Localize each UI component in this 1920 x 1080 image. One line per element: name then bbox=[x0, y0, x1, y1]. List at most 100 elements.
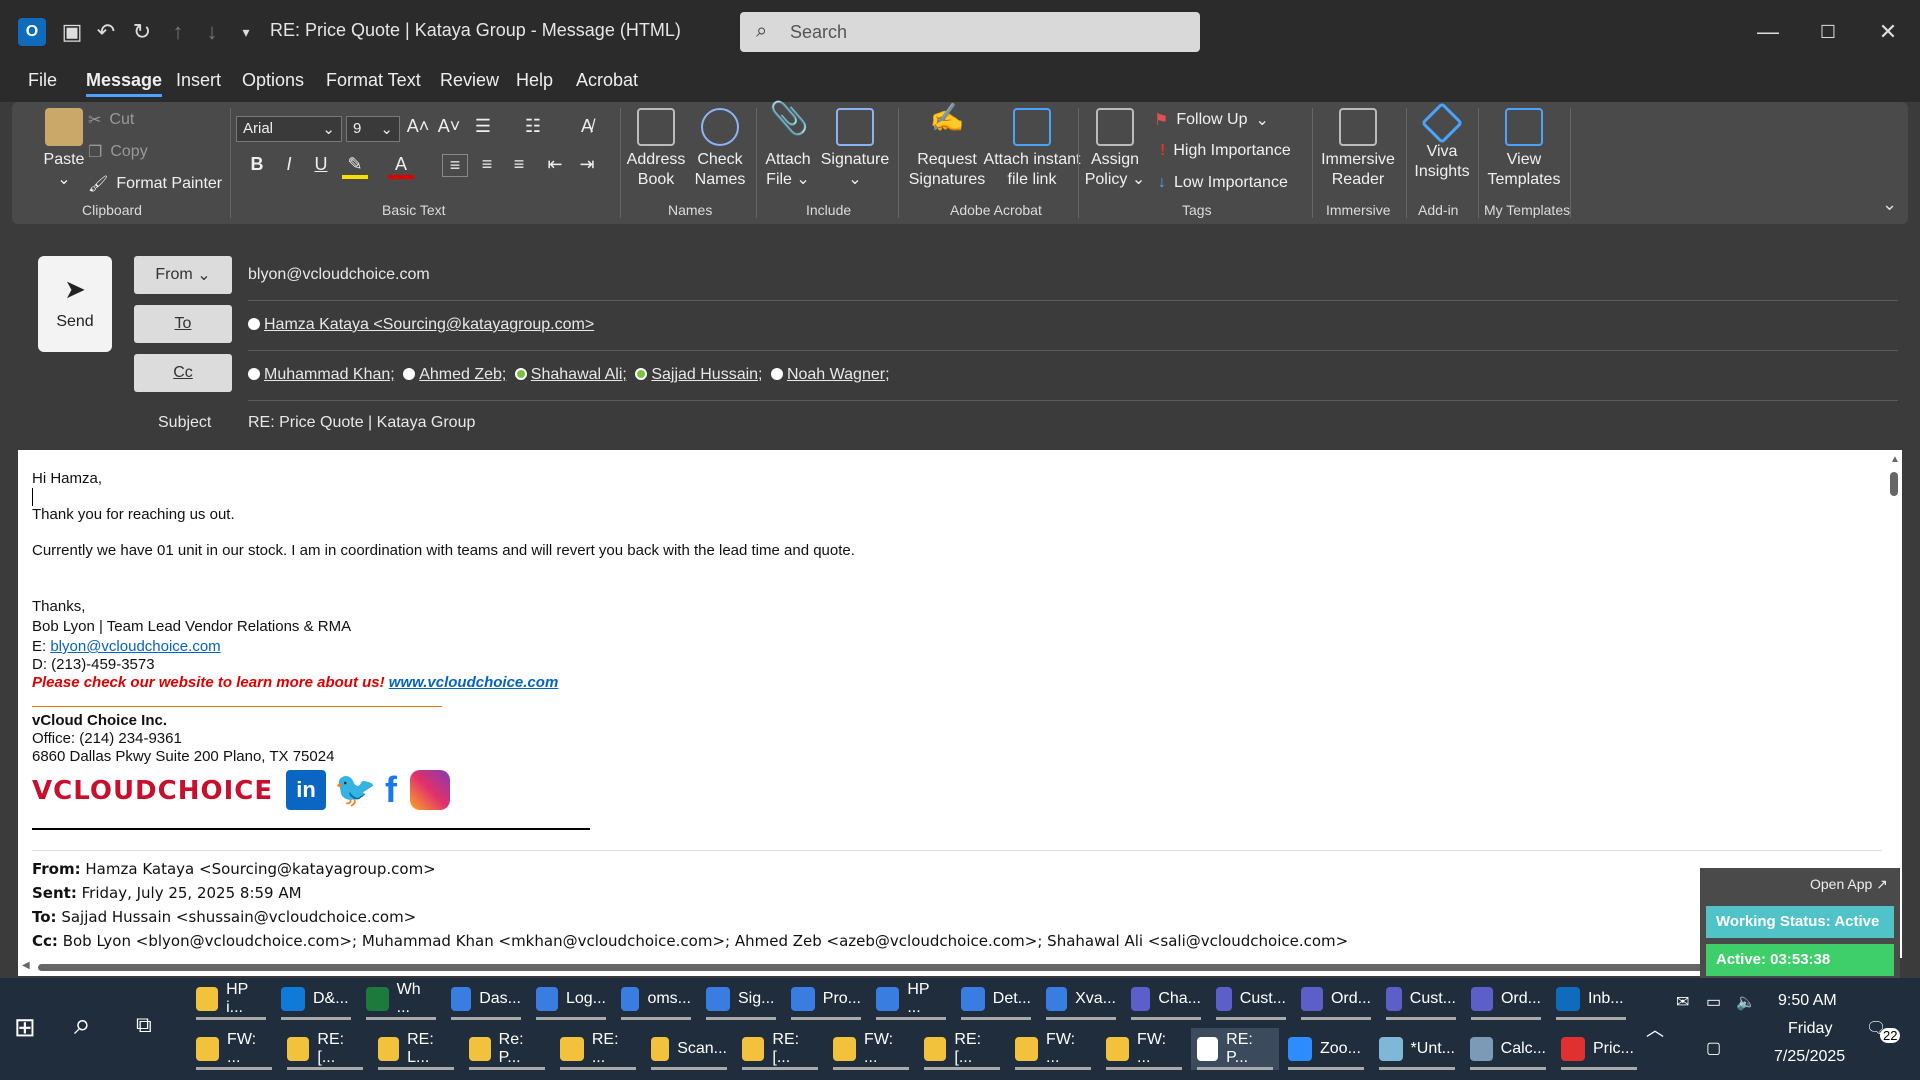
taskbar-window-button[interactable]: RE: [... bbox=[281, 1028, 369, 1070]
taskbar-window-button[interactable]: Pric... bbox=[1555, 1028, 1643, 1070]
assign-policy-button[interactable]: Assign Policy ⌄ bbox=[1082, 108, 1148, 190]
menu-acrobat[interactable]: Acrobat bbox=[576, 70, 638, 91]
linkedin-icon[interactable]: in bbox=[286, 770, 326, 810]
taskbar-app-button[interactable]: HP ... bbox=[870, 978, 952, 1020]
taskbar-app-button[interactable]: oms... bbox=[615, 978, 697, 1020]
horizontal-scrollbar[interactable]: ◀ bbox=[18, 958, 1886, 976]
recipient[interactable]: Sajjad Hussain; bbox=[651, 366, 762, 383]
twitter-icon[interactable]: 🐦 bbox=[334, 770, 376, 810]
subject-field[interactable]: RE: Price Quote | Kataya Group bbox=[248, 414, 475, 432]
mail-icon[interactable]: ✉ bbox=[1676, 992, 1689, 1012]
menu-format-text[interactable]: Format Text bbox=[326, 70, 421, 91]
to-button[interactable]: To bbox=[134, 305, 232, 343]
taskbar-app-button[interactable]: Ord... bbox=[1465, 978, 1547, 1020]
recipient[interactable]: Shahawal Ali; bbox=[531, 366, 627, 383]
taskbar-app-button[interactable]: Sig... bbox=[700, 978, 782, 1020]
bullets-icon[interactable]: ☰ bbox=[470, 116, 496, 137]
font-color-icon[interactable]: A bbox=[388, 154, 414, 179]
low-importance-button[interactable]: ↓ Low Importance bbox=[1158, 174, 1288, 192]
taskbar-app-button[interactable]: Log... bbox=[530, 978, 612, 1020]
taskbar-app-button[interactable]: Das... bbox=[445, 978, 527, 1020]
cc-field[interactable]: Muhammad Khan; Ahmed Zeb; Shahawal Ali; … bbox=[248, 366, 894, 384]
recipient[interactable]: Hamza Kataya <Sourcing@katayagroup.com> bbox=[264, 316, 594, 333]
taskbar-app-button[interactable]: Ord... bbox=[1295, 978, 1377, 1020]
taskbar-window-button[interactable]: *Unt... bbox=[1373, 1028, 1461, 1070]
check-names-button[interactable]: Check Names bbox=[688, 108, 752, 190]
customize-toolbar-icon[interactable]: ▾ bbox=[232, 18, 260, 46]
recipient[interactable]: Ahmed Zeb; bbox=[419, 366, 506, 383]
taskbar-window-button[interactable]: FW: ... bbox=[190, 1028, 278, 1070]
paste-button[interactable]: Paste ⌄ bbox=[32, 108, 96, 190]
taskbar-window-button[interactable]: Zoo... bbox=[1282, 1028, 1370, 1070]
signature-button[interactable]: Signature ⌄ bbox=[818, 108, 892, 190]
align-center-icon[interactable]: ≡ bbox=[474, 154, 500, 175]
menu-help[interactable]: Help bbox=[516, 70, 553, 91]
search-icon[interactable]: ⌕ bbox=[74, 1008, 91, 1042]
address-book-button[interactable]: Address Book bbox=[624, 108, 688, 190]
email-link[interactable]: blyon@vcloudchoice.com bbox=[50, 638, 220, 655]
view-templates-button[interactable]: View Templates bbox=[1482, 108, 1566, 190]
windows-start-icon[interactable]: ⊞ bbox=[14, 1012, 36, 1043]
ribbon-expand-icon[interactable]: ⌄ bbox=[1882, 194, 1897, 215]
taskbar-app-button[interactable]: Pro... bbox=[785, 978, 867, 1020]
immersive-reader-button[interactable]: Immersive Reader bbox=[1318, 108, 1398, 190]
task-view-icon[interactable]: ⧉ bbox=[136, 1012, 152, 1038]
menu-file[interactable]: File bbox=[28, 70, 57, 91]
taskbar-window-button[interactable]: RE: [... bbox=[918, 1028, 1006, 1070]
taskbar-window-button[interactable]: RE: L... bbox=[372, 1028, 460, 1070]
scroll-up-icon[interactable]: ▲ bbox=[1890, 454, 1900, 465]
viva-insights-button[interactable]: Viva Insights bbox=[1410, 101, 1474, 182]
recipient[interactable]: Noah Wagner; bbox=[787, 366, 890, 383]
taskbar-window-button[interactable]: Scan... bbox=[645, 1028, 733, 1070]
decrease-indent-icon[interactable]: ⇤ bbox=[542, 154, 568, 175]
increase-indent-icon[interactable]: ⇥ bbox=[574, 154, 600, 175]
undo-icon[interactable]: ↶ bbox=[92, 18, 120, 46]
taskbar-app-button[interactable]: Inb... bbox=[1550, 978, 1632, 1020]
high-importance-button[interactable]: ! High Importance bbox=[1160, 142, 1291, 160]
down-arrow-icon[interactable]: ↓ bbox=[198, 18, 226, 46]
taskbar-app-button[interactable]: D&... bbox=[275, 978, 357, 1020]
menu-review[interactable]: Review bbox=[440, 70, 499, 91]
font-select[interactable]: Arial ⌄ bbox=[236, 116, 342, 142]
shrink-font-icon[interactable]: A˅ bbox=[436, 116, 462, 137]
save-icon[interactable]: ▣ bbox=[58, 18, 86, 46]
volume-icon[interactable]: 🔈 bbox=[1736, 992, 1756, 1012]
copy-button[interactable]: ❐ Copy bbox=[88, 142, 148, 162]
taskbar-window-button[interactable]: RE: P... bbox=[1191, 1028, 1279, 1070]
send-button[interactable]: ➤ Send bbox=[38, 256, 112, 352]
chevron-up-icon[interactable]: ︿ bbox=[1646, 1016, 1664, 1042]
taskbar-app-button[interactable]: Cha... bbox=[1125, 978, 1207, 1020]
taskbar-window-button[interactable]: FW: ... bbox=[1100, 1028, 1188, 1070]
clock-time[interactable]: 9:50 AM bbox=[1778, 992, 1837, 1010]
bold-icon[interactable]: B bbox=[244, 154, 270, 175]
attach-instant-link-button[interactable]: Attach instant file link bbox=[972, 108, 1092, 190]
format-painter-button[interactable]: 🖌 Format Painter bbox=[88, 174, 222, 194]
align-right-icon[interactable]: ≡ bbox=[506, 154, 532, 175]
scroll-thumb[interactable] bbox=[1890, 472, 1898, 496]
menu-insert[interactable]: Insert bbox=[176, 70, 221, 91]
maximize-button[interactable]: ☐ bbox=[1808, 14, 1848, 50]
open-app-link[interactable]: Open App ↗ bbox=[1810, 876, 1888, 893]
underline-icon[interactable]: U bbox=[308, 154, 334, 175]
taskbar-window-button[interactable]: FW: ... bbox=[827, 1028, 915, 1070]
taskbar-app-button[interactable]: Cust... bbox=[1380, 978, 1462, 1020]
message-body[interactable]: Hi Hamza, Thank you for reaching us out.… bbox=[18, 450, 1886, 958]
scroll-left-icon[interactable]: ◀ bbox=[22, 960, 30, 971]
from-button[interactable]: From ⌄ bbox=[134, 256, 232, 294]
taskbar-window-button[interactable]: FW: ... bbox=[1009, 1028, 1097, 1070]
numbering-icon[interactable]: ☷ bbox=[520, 116, 546, 137]
network-icon[interactable]: ▢ bbox=[1706, 1038, 1721, 1058]
battery-icon[interactable]: ▭ bbox=[1706, 992, 1721, 1012]
scroll-thumb[interactable] bbox=[38, 964, 1718, 971]
cc-button[interactable]: Cc bbox=[134, 354, 232, 392]
menu-message[interactable]: Message bbox=[86, 70, 163, 97]
align-left-icon[interactable]: ≡ bbox=[442, 154, 468, 177]
clear-formatting-icon[interactable]: A̸ bbox=[574, 116, 600, 137]
italic-icon[interactable]: I bbox=[276, 154, 302, 175]
font-size-select[interactable]: 9 ⌄ bbox=[346, 116, 400, 142]
to-field[interactable]: Hamza Kataya <Sourcing@katayagroup.com> bbox=[248, 316, 598, 334]
instagram-icon[interactable] bbox=[410, 770, 450, 810]
facebook-icon[interactable]: f bbox=[376, 770, 406, 810]
attach-file-button[interactable]: 📎 Attach File ⌄ bbox=[760, 102, 816, 190]
taskbar-window-button[interactable]: RE: ... bbox=[554, 1028, 642, 1070]
